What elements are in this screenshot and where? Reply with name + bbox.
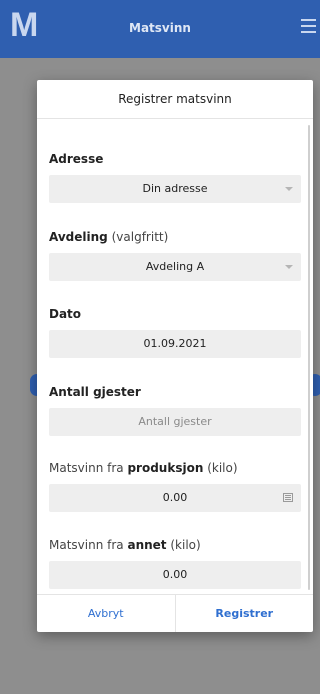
production-waste-label-prefix: Matsvinn fra [49, 461, 124, 475]
address-select[interactable]: Din adresse [49, 175, 301, 203]
other-waste-label: Matsvinn fra annet (kilo) [49, 537, 301, 553]
address-label: Adresse [49, 151, 301, 167]
other-waste-label-prefix: Matsvinn fra [49, 538, 124, 552]
hamburger-line [301, 31, 316, 33]
calculator-icon[interactable] [283, 493, 293, 502]
other-waste-label-bold: annet [127, 538, 167, 552]
other-waste-label-unit: (kilo) [170, 538, 201, 552]
production-waste-label-bold: produksjon [127, 461, 204, 475]
production-waste-label-unit: (kilo) [207, 461, 238, 475]
department-select-value: Avdeling A [145, 260, 205, 273]
production-waste-input[interactable]: 0.00 [49, 484, 301, 512]
guests-field-group: Antall gjester Antall gjester [49, 384, 301, 436]
chevron-down-icon [285, 265, 293, 269]
date-label: Dato [49, 306, 301, 322]
other-waste-field-group: Matsvinn fra annet (kilo) 0.00 [49, 537, 301, 589]
cancel-button[interactable]: Avbryt [37, 595, 175, 632]
dialog-body: Adresse Din adresse Avdeling (valgfritt)… [37, 119, 313, 595]
department-field-group: Avdeling (valgfritt) Avdeling A [49, 229, 301, 281]
production-waste-value: 0.00 [162, 491, 188, 504]
department-label-text: Avdeling [49, 230, 108, 244]
hamburger-icon[interactable] [301, 19, 316, 35]
hamburger-line [301, 19, 316, 21]
chevron-down-icon [285, 187, 293, 191]
hamburger-line [301, 25, 316, 27]
other-waste-input[interactable]: 0.00 [49, 561, 301, 589]
address-select-value: Din adresse [142, 182, 208, 195]
address-field-group: Adresse Din adresse [49, 151, 301, 203]
date-input[interactable]: 01.09.2021 [49, 330, 301, 358]
department-select[interactable]: Avdeling A [49, 253, 301, 281]
dialog-scrollbar[interactable] [308, 125, 310, 590]
production-waste-label: Matsvinn fra produksjon (kilo) [49, 460, 301, 476]
dialog-footer: Avbryt Registrer [37, 594, 313, 632]
date-field-group: Dato 01.09.2021 [49, 306, 301, 358]
address-label-text: Adresse [49, 152, 104, 166]
dialog-title: Registrer matsvinn [37, 80, 313, 119]
date-label-text: Dato [49, 307, 82, 321]
app-screen: M Matsvinn Registrer matsvinn Adresse Di… [0, 0, 320, 694]
app-title: Matsvinn [129, 21, 191, 35]
app-bar: M Matsvinn [0, 0, 320, 58]
date-input-value: 01.09.2021 [143, 337, 207, 350]
other-waste-value: 0.00 [162, 568, 188, 581]
guests-label-text: Antall gjester [49, 385, 141, 399]
guests-input[interactable]: Antall gjester [49, 408, 301, 436]
guests-label: Antall gjester [49, 384, 301, 400]
production-waste-field-group: Matsvinn fra produksjon (kilo) 0.00 [49, 460, 301, 512]
guests-input-placeholder: Antall gjester [138, 415, 212, 428]
register-food-waste-dialog: Registrer matsvinn Adresse Din adresse A… [37, 80, 313, 632]
department-label: Avdeling (valgfritt) [49, 229, 301, 245]
register-button[interactable]: Registrer [174, 595, 314, 632]
department-optional-hint: (valgfritt) [111, 230, 169, 244]
